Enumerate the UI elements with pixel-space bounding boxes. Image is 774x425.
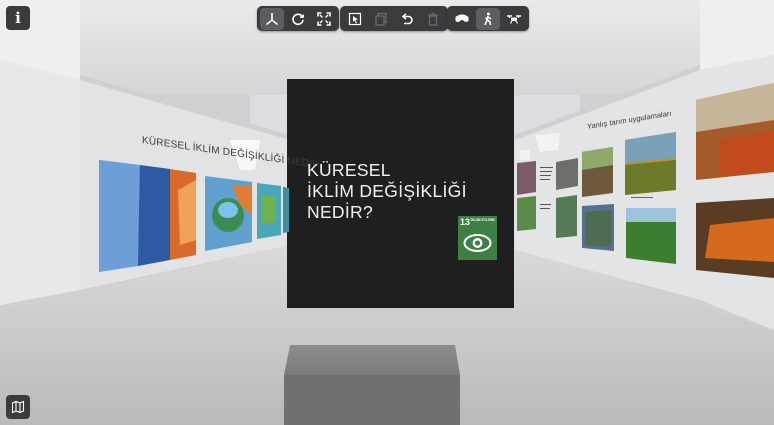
fullscreen-button[interactable] [312,8,336,30]
vr-headset-icon [455,14,469,22]
exhibit-title: KÜRESEL İKLİM DEĞİŞİKLİĞİ NEDİR? [307,160,467,223]
delete-button[interactable] [421,8,445,30]
eye-globe-icon [463,234,492,252]
edit-toolbar [340,6,448,31]
fullscreen-icon [317,11,331,26]
title-line-3: NEDİR? [307,202,373,222]
gallery-viewport[interactable]: KÜRESEL İKLİM DEĞİŞİKLİĞİ NEDİR Yanlış t… [0,0,774,425]
title-line-2: İKLİM DEĞİŞİKLİĞİ [307,181,467,201]
copy-icon [375,12,387,26]
walk-button[interactable] [476,7,500,30]
undo-icon [401,12,413,24]
copy-button[interactable] [369,8,393,30]
sdg-13-badge[interactable]: 13 İKLİM EYLEMİ [458,216,497,260]
orbit-icon [292,12,305,25]
map-button[interactable] [6,395,30,419]
axes-icon [265,12,279,25]
undo-button[interactable] [395,8,419,30]
trash-icon [428,12,438,26]
axes-button[interactable] [260,7,284,30]
select-button[interactable] [343,8,367,30]
navigation-toolbar [257,6,339,31]
drone-icon [507,14,521,24]
info-button[interactable]: i [6,6,30,30]
walk-icon [484,12,492,25]
map-icon [11,400,25,414]
drone-button[interactable] [502,8,526,30]
vr-button[interactable] [450,8,474,30]
select-icon [348,12,362,25]
title-line-1: KÜRESEL [307,160,391,180]
orbit-button[interactable] [286,8,310,30]
mode-toolbar [447,6,529,31]
